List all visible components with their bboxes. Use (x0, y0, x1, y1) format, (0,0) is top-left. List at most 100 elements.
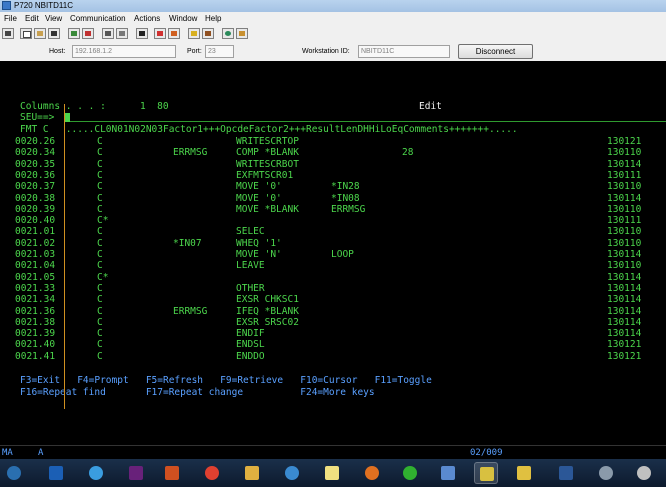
line-spec: C (97, 147, 103, 159)
columns-label: Columns . . . : (20, 101, 106, 112)
display-icon[interactable] (136, 28, 148, 39)
line-result: *IN08 (331, 192, 360, 204)
status-mode: A (38, 448, 44, 458)
menu-actions[interactable]: Actions (134, 14, 160, 23)
line-len: 28 (402, 147, 414, 159)
paint-icon[interactable] (436, 462, 460, 484)
keyboard-map-icon[interactable] (154, 28, 166, 39)
line-seq: 0021.04 (15, 260, 56, 272)
select-all-icon[interactable] (48, 28, 60, 39)
tools-icon[interactable] (594, 462, 618, 484)
outlook-icon[interactable] (44, 462, 68, 484)
disconnect-icon[interactable] (202, 28, 214, 39)
command-line-underline (64, 121, 666, 122)
print-screen-icon[interactable] (2, 28, 14, 39)
line-icon[interactable] (398, 462, 422, 484)
firefox-icon[interactable] (360, 462, 384, 484)
paste-icon[interactable] (34, 28, 46, 39)
disconnect-button[interactable]: Disconnect (458, 44, 533, 59)
line-opcode: ENDSL (236, 339, 265, 351)
color-map-icon[interactable] (168, 28, 180, 39)
settings-icon[interactable] (236, 28, 248, 39)
internet-explorer-icon[interactable] (84, 462, 108, 484)
media-player-icon[interactable] (160, 462, 184, 484)
line-date: 130110 (607, 181, 642, 193)
line-opcode: OTHER (236, 282, 265, 294)
security-shield-icon[interactable] (474, 462, 498, 484)
line-seq: 0021.40 (15, 339, 56, 351)
line-date: 130121 (607, 350, 642, 362)
menu-file[interactable]: File (4, 14, 17, 23)
connect-icon[interactable] (188, 28, 200, 39)
menu-bar: File Edit View Communication Actions Win… (0, 12, 666, 26)
port-field[interactable]: 23 (205, 45, 234, 58)
window-title: P720 NBITD11C (14, 1, 73, 10)
menu-window[interactable]: Window (169, 14, 197, 23)
menu-edit[interactable]: Edit (25, 14, 39, 23)
seu-prompt: SEU==> (20, 112, 55, 123)
line-date: 130114 (607, 249, 642, 260)
column-separator (64, 104, 65, 409)
line-date: 130110 (607, 237, 642, 249)
notes-icon[interactable] (512, 462, 536, 484)
line-spec: C (97, 350, 103, 362)
line-seq: 0021.38 (15, 316, 56, 328)
line-opcode: ENDDO (236, 350, 265, 362)
start-button[interactable] (2, 462, 26, 484)
workstation-field[interactable]: NBITD11C (358, 45, 450, 58)
line-date: 130114 (607, 282, 642, 294)
line-spec: C (97, 328, 103, 340)
menu-communication[interactable]: Communication (70, 14, 126, 23)
line-factor1: ERRMSG (173, 305, 208, 317)
line-factor1: ERRMSG (173, 147, 208, 159)
line-seq: 0021.41 (15, 350, 56, 362)
line-result: ERRMSG (331, 203, 366, 215)
status-indicator: MA (2, 448, 13, 458)
receive-file-icon[interactable] (82, 28, 94, 39)
host-field[interactable]: 192.168.1.2 (72, 45, 176, 58)
chrome-icon[interactable] (200, 462, 224, 484)
misc-icon[interactable] (632, 462, 656, 484)
visual-studio-icon[interactable] (124, 462, 148, 484)
format-line: FMT C .....CL0N01N02N03Factor1+++OpcdeFa… (20, 124, 518, 135)
line-date: 130114 (607, 158, 642, 170)
line-seq: 0020.39 (15, 203, 56, 215)
line-date: 130110 (607, 203, 642, 215)
line-date: 130114 (607, 192, 642, 204)
line-opcode: EXFMTSCR01 (236, 169, 294, 181)
connection-bar: Host: 192.168.1.2 Port: 23 Workstation I… (0, 42, 666, 61)
record-macro-icon[interactable] (102, 28, 114, 39)
menu-help[interactable]: Help (205, 14, 221, 23)
file-explorer-icon[interactable] (240, 462, 264, 484)
line-date: 130121 (607, 339, 642, 351)
word-icon[interactable] (554, 462, 578, 484)
cursor-position: 02/009 (470, 448, 503, 458)
sticky-notes-icon[interactable] (320, 462, 344, 484)
line-opcode: LEAVE (236, 260, 265, 272)
stop-macro-icon[interactable] (116, 28, 128, 39)
menu-view[interactable]: View (45, 14, 62, 23)
line-seq: 0021.33 (15, 282, 56, 294)
line-spec: C (97, 260, 103, 272)
line-date: 130114 (607, 294, 642, 306)
line-spec: C (97, 237, 103, 249)
line-spec: C (97, 226, 103, 238)
line-spec: C (97, 181, 103, 193)
line-seq: 0020.37 (15, 181, 56, 193)
line-seq: 0021.34 (15, 294, 56, 306)
line-spec: C (97, 203, 103, 215)
line-seq: 0020.36 (15, 169, 56, 181)
line-seq: 0020.35 (15, 158, 56, 170)
refresh-app-icon[interactable] (280, 462, 304, 484)
copy-icon[interactable] (20, 28, 32, 39)
window-titlebar: P720 NBITD11C (0, 0, 666, 12)
globe-icon[interactable] (222, 28, 234, 39)
function-keys-row2: F16=Repeat find F17=Repeat change F24=Mo… (20, 387, 375, 398)
line-spec: C (97, 249, 103, 260)
send-file-icon[interactable] (68, 28, 80, 39)
line-opcode: WHEQ '1' (236, 237, 282, 249)
line-date: 130111 (607, 169, 642, 181)
line-spec: C (97, 305, 103, 317)
line-factor1: *IN07 (173, 237, 202, 249)
app-icon (2, 1, 11, 10)
